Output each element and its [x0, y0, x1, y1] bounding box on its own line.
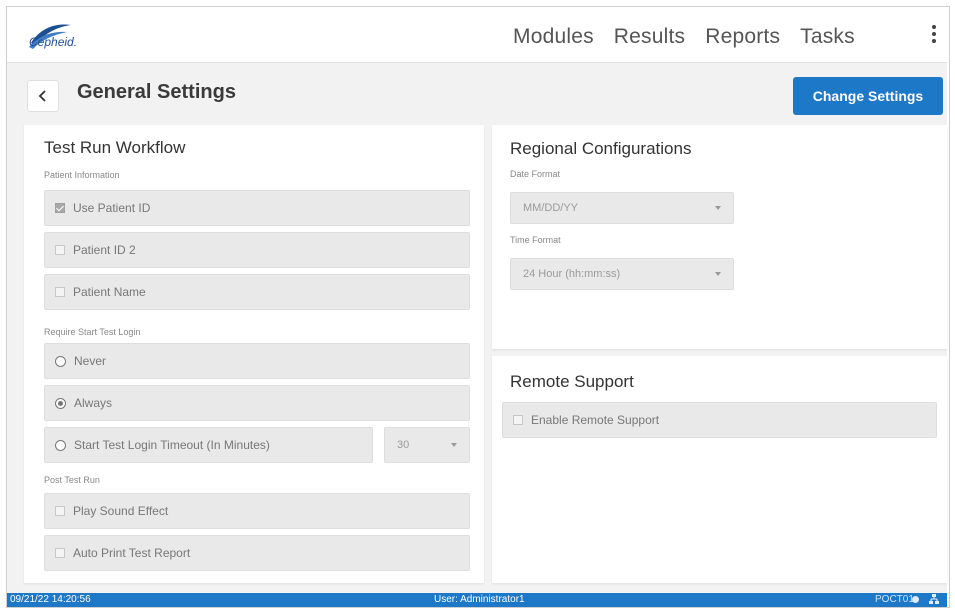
network-icon: [929, 594, 939, 604]
status-host: POCT01: [875, 594, 914, 605]
back-button[interactable]: [27, 80, 59, 112]
option-label: Auto Print Test Report: [73, 546, 191, 560]
post-test-run-label: Post Test Run: [44, 475, 100, 485]
chevron-left-icon: [38, 90, 46, 102]
status-bar: 09/21/22 14:20:56 User: Administrator1 P…: [7, 593, 947, 607]
nav-tasks[interactable]: Tasks: [800, 25, 855, 49]
radio-icon[interactable]: [55, 439, 66, 451]
timeout-minutes-select[interactable]: 30: [384, 427, 470, 463]
option-label: Start Test Login Timeout (In Minutes): [74, 438, 270, 452]
option-label: Never: [74, 354, 107, 368]
connection-status-icon: [912, 596, 919, 603]
enable-remote-support-option[interactable]: Enable Remote Support: [502, 402, 937, 438]
checkbox-icon[interactable]: [55, 287, 65, 297]
nav-modules[interactable]: Modules: [513, 25, 594, 49]
status-datetime: 09/21/22 14:20:56: [10, 594, 91, 605]
regional-configurations-title: Regional Configurations: [510, 139, 692, 158]
nav-results[interactable]: Results: [614, 25, 685, 49]
logo-text: Cepheid.: [29, 35, 78, 49]
remote-support-panel: Remote Support Enable Remote Support: [492, 356, 947, 583]
login-never-option[interactable]: Never: [44, 343, 470, 379]
auto-print-test-report-option[interactable]: Auto Print Test Report: [44, 535, 470, 571]
dropdown-caret-icon: [715, 206, 721, 210]
option-label: Always: [74, 396, 113, 410]
time-format-label: Time Format: [510, 235, 561, 245]
time-format-select[interactable]: 24 Hour (hh:mm:ss): [510, 258, 734, 290]
checkbox-checked-icon[interactable]: [55, 203, 65, 213]
page-header: General Settings Change Settings: [7, 63, 947, 123]
top-navigation-bar: Cepheid. Modules Results Reports Tasks: [7, 7, 947, 63]
test-run-workflow-title: Test Run Workflow: [44, 138, 186, 157]
dropdown-caret-icon: [451, 443, 457, 447]
option-label: Patient Name: [73, 285, 146, 299]
nav-reports[interactable]: Reports: [705, 25, 780, 49]
require-start-test-login-label: Require Start Test Login: [44, 327, 141, 337]
date-format-label: Date Format: [510, 169, 561, 179]
login-timeout-option[interactable]: Start Test Login Timeout (In Minutes): [44, 427, 373, 463]
login-always-option[interactable]: Always: [44, 385, 470, 421]
date-format-select[interactable]: MM/DD/YY: [510, 192, 734, 224]
timeout-value: 30: [397, 439, 410, 451]
time-format-value: 24 Hour (hh:mm:ss): [523, 268, 621, 280]
option-label: Enable Remote Support: [531, 413, 660, 427]
dropdown-caret-icon: [715, 272, 721, 276]
page-title: General Settings: [77, 81, 236, 103]
use-patient-id-option[interactable]: Use Patient ID: [44, 190, 470, 226]
status-user: User: Administrator1: [434, 594, 525, 605]
main-nav: Modules Results Reports Tasks: [513, 25, 855, 49]
patient-name-option[interactable]: Patient Name: [44, 274, 470, 310]
option-label: Play Sound Effect: [73, 504, 169, 518]
checkbox-icon[interactable]: [55, 245, 65, 255]
date-format-value: MM/DD/YY: [523, 202, 578, 214]
remote-support-title: Remote Support: [510, 372, 634, 391]
option-label: Patient ID 2: [73, 243, 136, 257]
change-settings-button[interactable]: Change Settings: [793, 77, 943, 115]
checkbox-icon[interactable]: [513, 415, 523, 425]
radio-icon[interactable]: [55, 355, 66, 367]
test-run-workflow-panel: Test Run Workflow Patient Information Us…: [24, 125, 484, 583]
more-options-icon[interactable]: [932, 25, 936, 46]
regional-configurations-panel: Regional Configurations Date Format MM/D…: [492, 125, 947, 349]
patient-information-label: Patient Information: [44, 170, 120, 180]
option-label: Use Patient ID: [73, 201, 151, 215]
patient-id-2-option[interactable]: Patient ID 2: [44, 232, 470, 268]
checkbox-icon[interactable]: [55, 506, 65, 516]
play-sound-effect-option[interactable]: Play Sound Effect: [44, 493, 470, 529]
checkbox-icon[interactable]: [55, 548, 65, 558]
radio-selected-icon[interactable]: [55, 397, 66, 409]
